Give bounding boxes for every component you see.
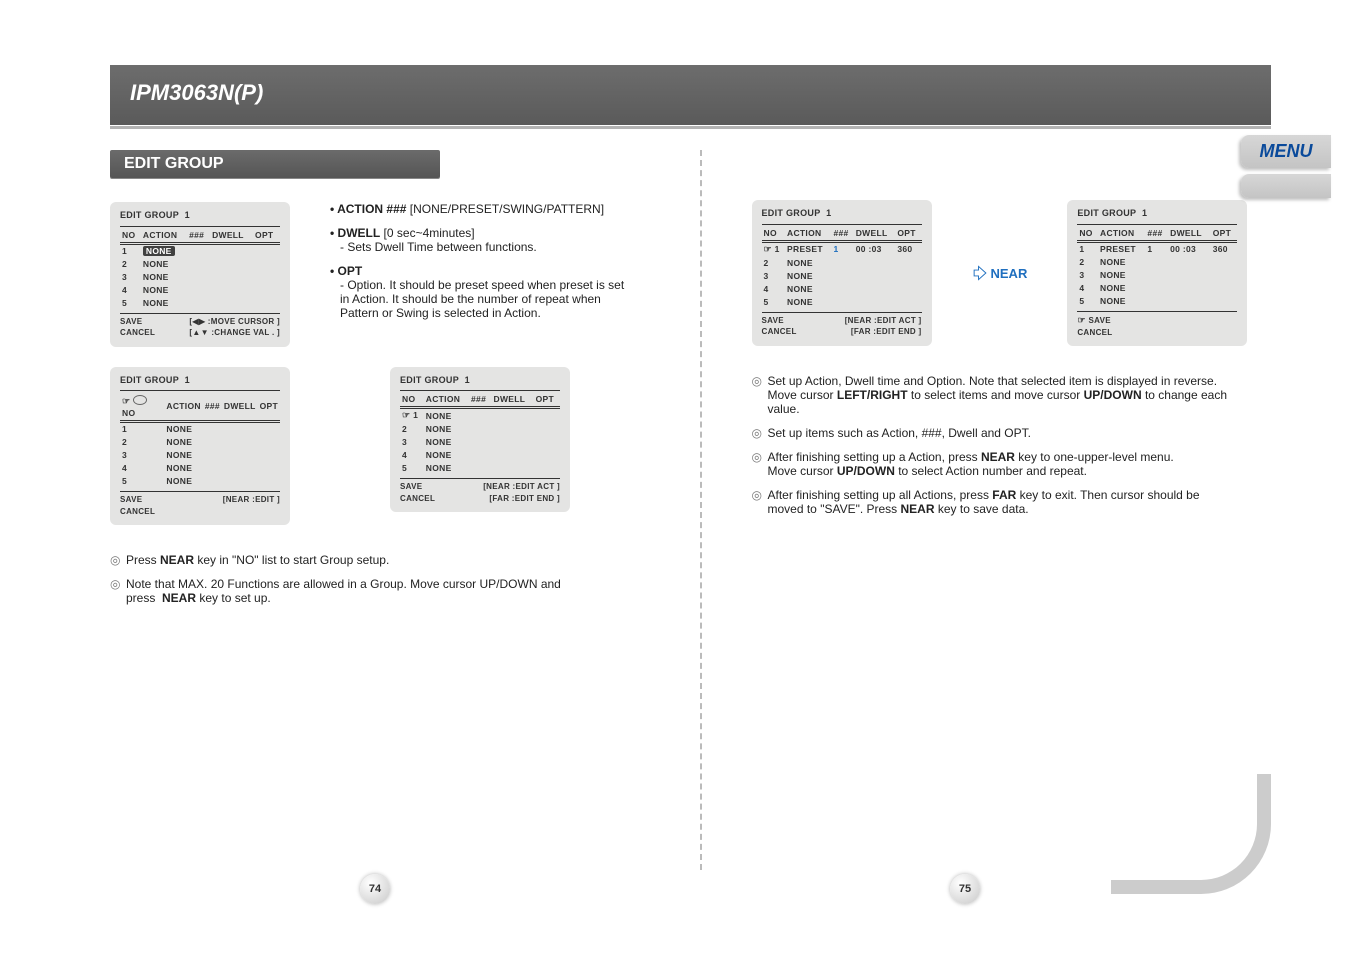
right-step-3: After finishing setting up a Action, pre… xyxy=(752,450,1292,478)
left-page: EDIT GROUP EDIT GROUP 1 NOACTION###DWELL… xyxy=(110,70,650,954)
near-arrow-label: NEAR xyxy=(972,262,1028,284)
osd-panel-e: EDIT GROUP 1 NOACTION###DWELLOPT 1PRESET… xyxy=(1067,200,1247,346)
left-step-1: Press NEAR key in "NO" list to start Gro… xyxy=(110,553,650,567)
osd-panel-c: EDIT GROUP 1 NOACTION###DWELLOPT 1NONE 2… xyxy=(390,367,570,512)
section-title: EDIT GROUP xyxy=(110,150,440,178)
menu-tab-label: MENU xyxy=(1241,135,1331,168)
left-step-2: Note that MAX. 20 Functions are allowed … xyxy=(110,577,650,605)
right-page: EDIT GROUP 1 NOACTION###DWELLOPT 1PRESET… xyxy=(752,70,1292,954)
menu-tab-blank xyxy=(1241,174,1331,198)
page-divider xyxy=(700,150,702,870)
osd-panel-d: EDIT GROUP 1 NOACTION###DWELLOPT 1PRESET… xyxy=(752,200,932,345)
right-step-2: Set up items such as Action, ###, Dwell … xyxy=(752,426,1292,440)
model-name: IPM3063N(P) xyxy=(130,80,263,106)
right-step-1: Set up Action, Dwell time and Option. No… xyxy=(752,374,1292,416)
right-step-4: After finishing setting up all Actions, … xyxy=(752,488,1292,516)
osd-panel-a: EDIT GROUP 1 NOACTION###DWELLOPT 1NONE 2… xyxy=(110,202,290,347)
menu-side-tabs: MENU xyxy=(1241,135,1331,198)
action-dwell-opt-description: • ACTION ### [NONE/PRESET/SWING/PATTERN]… xyxy=(330,202,650,320)
osd-panel-b: EDIT GROUP 1 NOACTION###DWELLOPT 1NONE 2… xyxy=(110,367,290,525)
